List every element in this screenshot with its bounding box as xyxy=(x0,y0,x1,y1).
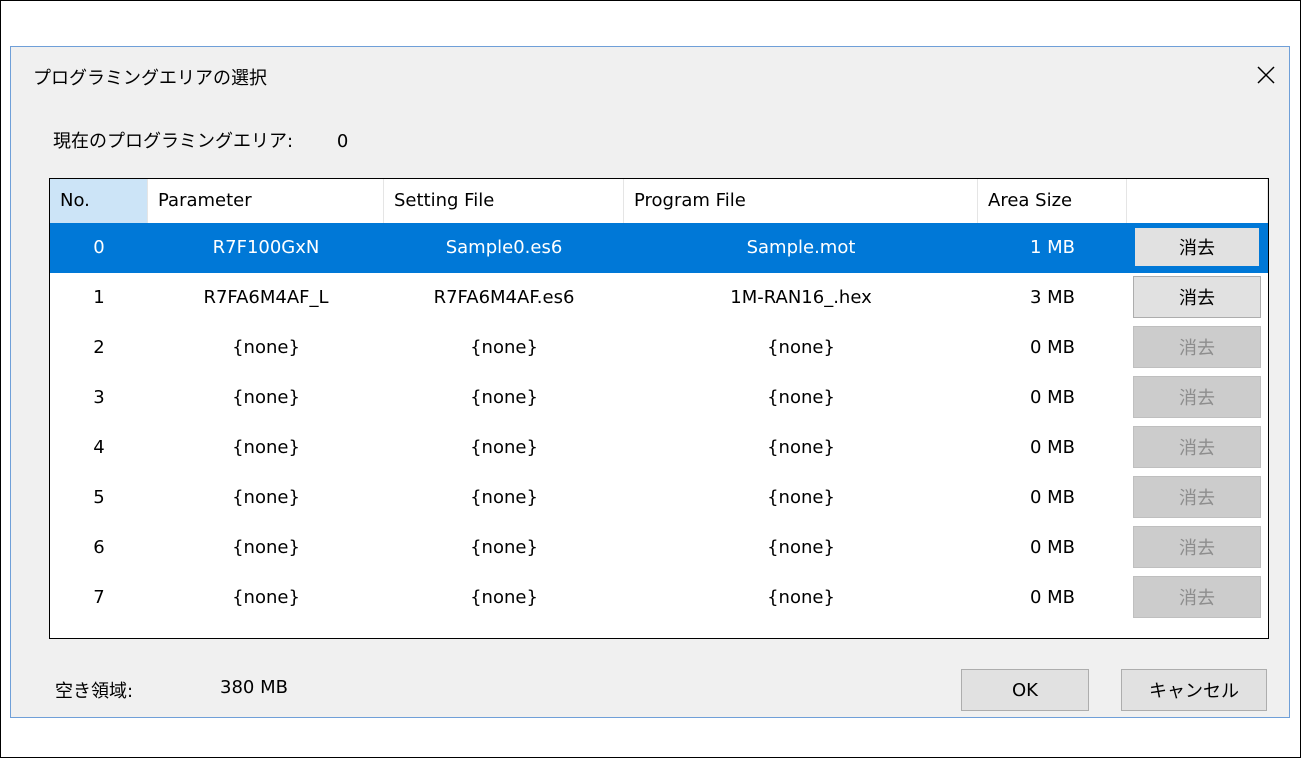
cell-area-size: 0 MB xyxy=(1029,487,1076,508)
table-row[interactable]: 6 {none} {none} {none} 0 MB 消去 xyxy=(50,523,1268,573)
cell-no: 3 xyxy=(93,387,105,408)
area-table: No. Parameter Setting File Program File … xyxy=(49,178,1269,639)
erase-button: 消去 xyxy=(1133,376,1261,418)
cell-program-file: {none} xyxy=(767,387,835,408)
cell-parameter: R7FA6M4AF_L xyxy=(203,287,329,308)
free-space-row: 空き領域: 380 MB xyxy=(55,677,288,703)
cell-no: 4 xyxy=(93,437,105,458)
cell-setting-file: {none} xyxy=(470,387,538,408)
column-header-setting-file[interactable]: Setting File xyxy=(384,179,624,223)
cell-area-size: 0 MB xyxy=(1029,587,1076,608)
cell-no: 7 xyxy=(93,587,105,608)
ok-button[interactable]: OK xyxy=(961,669,1089,711)
cell-setting-file: {none} xyxy=(470,587,538,608)
cell-setting-file: Sample0.es6 xyxy=(445,237,563,258)
cell-parameter: {none} xyxy=(232,437,300,458)
cell-no: 2 xyxy=(93,337,105,358)
cell-parameter: {none} xyxy=(232,587,300,608)
cell-setting-file: {none} xyxy=(470,437,538,458)
cell-area-size: 0 MB xyxy=(1029,437,1076,458)
cell-area-size: 0 MB xyxy=(1029,537,1076,558)
current-area-row: 現在のプログラミングエリア: 0 xyxy=(53,127,348,153)
cell-program-file: {none} xyxy=(767,487,835,508)
erase-button[interactable]: 消去 xyxy=(1133,276,1261,318)
column-header-parameter[interactable]: Parameter xyxy=(148,179,384,223)
table-header: No. Parameter Setting File Program File … xyxy=(50,179,1268,223)
cell-program-file: {none} xyxy=(767,537,835,558)
column-header-area-size[interactable]: Area Size xyxy=(978,179,1127,223)
erase-button: 消去 xyxy=(1133,526,1261,568)
table-row[interactable]: 4 {none} {none} {none} 0 MB 消去 xyxy=(50,423,1268,473)
table-row[interactable]: 1 R7FA6M4AF_L R7FA6M4AF.es6 1M-RAN16_.hex 3 … xyxy=(50,273,1268,323)
cell-setting-file: R7FA6M4AF.es6 xyxy=(433,287,575,308)
programming-area-dialog: プログラミングエリアの選択 現在のプログラミングエリア: 0 No. Param… xyxy=(10,46,1290,718)
cell-no: 0 xyxy=(93,237,105,258)
free-space-label: 空き領域: xyxy=(55,681,134,702)
cell-area-size: 3 MB xyxy=(1029,287,1076,308)
table-row[interactable]: 5 {none} {none} {none} 0 MB 消去 xyxy=(50,473,1268,523)
cell-no: 6 xyxy=(93,537,105,558)
cell-parameter: {none} xyxy=(232,337,300,358)
table-row[interactable]: 3 {none} {none} {none} 0 MB 消去 xyxy=(50,373,1268,423)
column-header-program-file[interactable]: Program File xyxy=(624,179,978,223)
cancel-button[interactable]: キャンセル xyxy=(1121,669,1267,711)
cell-setting-file: {none} xyxy=(470,537,538,558)
free-space-value: 380 MB xyxy=(220,677,288,698)
cell-parameter: {none} xyxy=(232,387,300,408)
cell-area-size: 1 MB xyxy=(1029,237,1076,258)
table-row[interactable]: 7 {none} {none} {none} 0 MB 消去 xyxy=(50,573,1268,623)
column-header-action[interactable] xyxy=(1127,179,1268,223)
current-area-value: 0 xyxy=(336,131,349,152)
erase-button: 消去 xyxy=(1133,426,1261,468)
cell-no: 5 xyxy=(93,487,105,508)
cell-setting-file: {none} xyxy=(470,487,538,508)
cell-program-file: {none} xyxy=(767,437,835,458)
close-icon xyxy=(1257,66,1275,84)
erase-button: 消去 xyxy=(1133,576,1261,618)
table-row[interactable]: 0 R7F100GxN Sample0.es6 Sample.mot 1 MB 消去 xyxy=(50,223,1268,273)
dialog-title: プログラミングエリアの選択 xyxy=(33,68,267,89)
cell-setting-file: {none} xyxy=(470,337,538,358)
cell-program-file: {none} xyxy=(767,587,835,608)
column-header-no[interactable]: No. xyxy=(50,179,148,223)
table-row[interactable]: 2 {none} {none} {none} 0 MB 消去 xyxy=(50,323,1268,373)
cell-program-file: Sample.mot xyxy=(746,237,856,258)
erase-button[interactable]: 消去 xyxy=(1133,226,1261,268)
cell-program-file: 1M-RAN16_.hex xyxy=(730,287,872,308)
title-bar: プログラミングエリアの選択 xyxy=(11,47,1289,105)
cell-parameter: R7F100GxN xyxy=(212,237,320,258)
cell-area-size: 0 MB xyxy=(1029,387,1076,408)
cell-no: 1 xyxy=(93,287,105,308)
cell-area-size: 0 MB xyxy=(1029,337,1076,358)
cell-parameter: {none} xyxy=(232,537,300,558)
erase-button: 消去 xyxy=(1133,476,1261,518)
erase-button: 消去 xyxy=(1133,326,1261,368)
close-button[interactable] xyxy=(1243,53,1289,97)
cell-program-file: {none} xyxy=(767,337,835,358)
current-area-label: 現在のプログラミングエリア: xyxy=(53,131,294,152)
cell-parameter: {none} xyxy=(232,487,300,508)
